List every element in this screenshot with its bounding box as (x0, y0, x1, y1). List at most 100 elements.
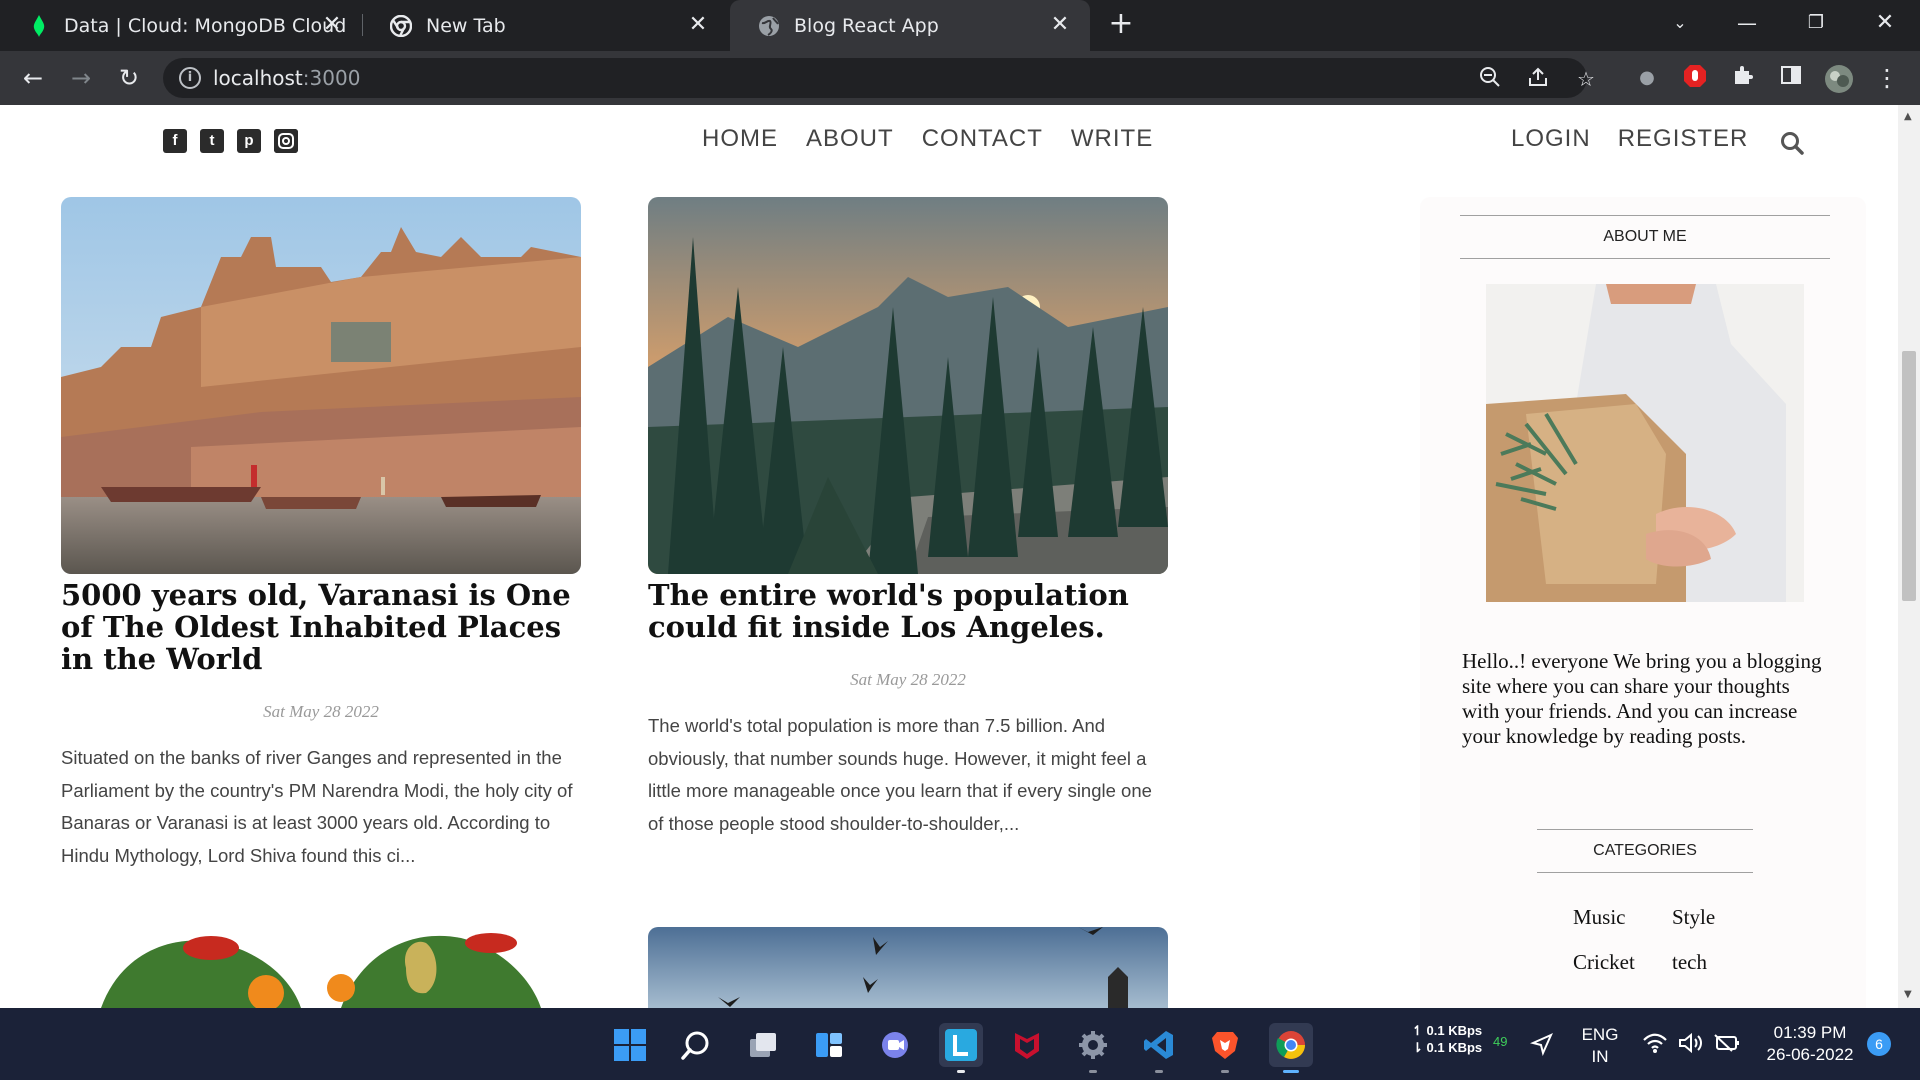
main-nav: HOME ABOUT CONTACT WRITE (702, 125, 1153, 153)
zoom-out-icon[interactable] (1477, 66, 1503, 92)
page-scrollbar[interactable]: ▲ ▼ (1898, 105, 1920, 1008)
nav-contact[interactable]: CONTACT (922, 125, 1043, 153)
settings-icon[interactable] (1071, 1023, 1115, 1073)
globe-icon (758, 15, 780, 37)
browser-tab-strip: Data | Cloud: MongoDB Cloud ✕ New Tab ✕ … (0, 0, 1920, 51)
tab-mongodb[interactable]: Data | Cloud: MongoDB Cloud ✕ (0, 0, 362, 51)
tab-new-tab[interactable]: New Tab ✕ (362, 0, 728, 51)
wifi-icon[interactable] (1642, 1032, 1668, 1059)
running-indicator (1221, 1070, 1229, 1073)
about-me-text: Hello..! everyone We bring you a bloggin… (1462, 649, 1822, 748)
start-icon[interactable] (608, 1023, 652, 1067)
menu-kebab-icon[interactable]: ⋮ (1872, 64, 1902, 94)
close-icon[interactable]: ✕ (1048, 13, 1072, 37)
network-speed: ↿ 0.1 KBps ⇂ 0.1 KBps (1412, 1023, 1483, 1055)
bookmark-star-icon[interactable]: ☆ (1573, 66, 1599, 92)
task-view-icon[interactable] (741, 1023, 785, 1067)
lens-app-icon[interactable] (939, 1023, 983, 1073)
windows-taskbar: ↿ 0.1 KBps ⇂ 0.1 KBps 49 ENG IN 01:39 PM… (0, 1008, 1920, 1080)
brave-icon[interactable] (1203, 1023, 1247, 1073)
category-cricket[interactable]: Cricket (1573, 950, 1635, 975)
vscode-icon[interactable] (1137, 1023, 1181, 1073)
nav-login[interactable]: LOGIN (1511, 125, 1591, 153)
back-icon[interactable]: ← (18, 64, 48, 94)
widgets-icon[interactable] (807, 1023, 851, 1067)
tab-title: Data | Cloud: MongoDB Cloud (64, 14, 347, 37)
running-indicator (1155, 1070, 1163, 1073)
post-image[interactable] (61, 923, 581, 1008)
post-description: The world's total population is more tha… (648, 715, 1152, 834)
volume-icon[interactable] (1678, 1032, 1704, 1059)
scroll-down-icon[interactable]: ▼ (1904, 989, 1912, 1000)
post-image[interactable] (648, 927, 1168, 1008)
about-me-photo (1486, 284, 1804, 602)
post-title[interactable]: The entire world's population could fit … (648, 579, 1168, 643)
categories-heading: CATEGORIES (1537, 829, 1753, 873)
close-window-button[interactable]: ✕ (1865, 8, 1905, 38)
running-indicator (1089, 1070, 1097, 1073)
scrollbar-thumb[interactable] (1902, 351, 1916, 601)
close-icon[interactable]: ✕ (320, 13, 344, 37)
post-title[interactable]: 5000 years old, Varanasi is One of The O… (61, 579, 581, 675)
restore-button[interactable]: ❐ (1796, 8, 1836, 38)
new-tab-button[interactable]: + (1106, 9, 1136, 40)
tab-blog-react-app[interactable]: Blog React App ✕ (730, 0, 1090, 51)
sidebar: ABOUT ME Hello..! everyone We bring you … (1420, 197, 1866, 1008)
mcafee-icon[interactable] (1005, 1023, 1049, 1067)
category-music[interactable]: Music (1573, 905, 1626, 930)
address-bar[interactable]: i localhost:3000 ☆ (163, 58, 1595, 98)
active-indicator (1283, 1070, 1299, 1073)
notification-badge[interactable]: 6 (1867, 1032, 1891, 1056)
site-info-icon[interactable]: i (179, 67, 201, 89)
pinterest-icon[interactable]: p (237, 129, 261, 153)
facebook-icon[interactable]: f (163, 129, 187, 153)
close-icon[interactable]: ✕ (686, 13, 710, 37)
network-badge: 49 (1493, 1034, 1508, 1049)
side-panel-icon[interactable] (1776, 64, 1806, 94)
search-icon[interactable] (674, 1023, 718, 1067)
post-card[interactable] (61, 923, 581, 1008)
post-description: Situated on the banks of river Ganges an… (61, 747, 573, 866)
share-icon[interactable] (1525, 66, 1551, 92)
auth-nav: LOGIN REGISTER (1511, 125, 1748, 153)
scroll-up-icon[interactable]: ▲ (1904, 111, 1912, 122)
tab-title: Blog React App (794, 14, 939, 37)
post-image[interactable] (61, 197, 581, 574)
tab-title: New Tab (426, 14, 506, 37)
chrome-icon (390, 14, 412, 37)
tab-search-icon[interactable]: ⌄ (1660, 8, 1700, 38)
adblock-icon[interactable] (1680, 64, 1710, 94)
search-icon[interactable] (1779, 130, 1805, 156)
language-indicator[interactable]: ENG IN (1580, 1024, 1620, 1068)
clock[interactable]: 01:39 PM 26-06-2022 (1760, 1022, 1860, 1066)
reload-icon[interactable]: ↻ (114, 64, 144, 94)
twitter-icon[interactable]: t (200, 129, 224, 153)
nav-write[interactable]: WRITE (1071, 125, 1153, 153)
post-card[interactable]: 5000 years old, Varanasi is One of The O… (61, 197, 581, 866)
minimize-button[interactable]: — (1727, 8, 1767, 38)
post-card[interactable]: The entire world's population could fit … (648, 197, 1168, 834)
category-style[interactable]: Style (1672, 905, 1715, 930)
about-me-heading: ABOUT ME (1460, 215, 1830, 259)
battery-icon[interactable] (1714, 1033, 1740, 1058)
category-tech[interactable]: tech (1672, 950, 1707, 975)
mongodb-leaf-icon (28, 14, 50, 37)
forward-icon[interactable]: → (66, 64, 96, 94)
location-icon[interactable] (1529, 1032, 1554, 1061)
nav-about[interactable]: ABOUT (806, 125, 894, 153)
extensions-puzzle-icon[interactable] (1728, 64, 1758, 94)
browser-toolbar: ← → ↻ i localhost:3000 ☆ ● ⋮ (0, 51, 1920, 105)
nav-register[interactable]: REGISTER (1618, 125, 1749, 153)
post-image[interactable] (648, 197, 1168, 574)
url-text[interactable]: localhost:3000 (213, 66, 360, 90)
blog-page: f t p HOME ABOUT CONTACT WRITE LOGIN REG… (0, 105, 1898, 1008)
instagram-icon[interactable] (274, 129, 298, 153)
profile-avatar[interactable] (1824, 64, 1854, 94)
chrome-icon[interactable] (1269, 1023, 1313, 1073)
extension-gray-icon[interactable]: ● (1632, 64, 1662, 94)
social-links: f t p (163, 129, 298, 153)
running-indicator (957, 1070, 965, 1073)
post-card[interactable] (648, 927, 1168, 1008)
nav-home[interactable]: HOME (702, 125, 778, 153)
teams-chat-icon[interactable] (873, 1023, 917, 1067)
